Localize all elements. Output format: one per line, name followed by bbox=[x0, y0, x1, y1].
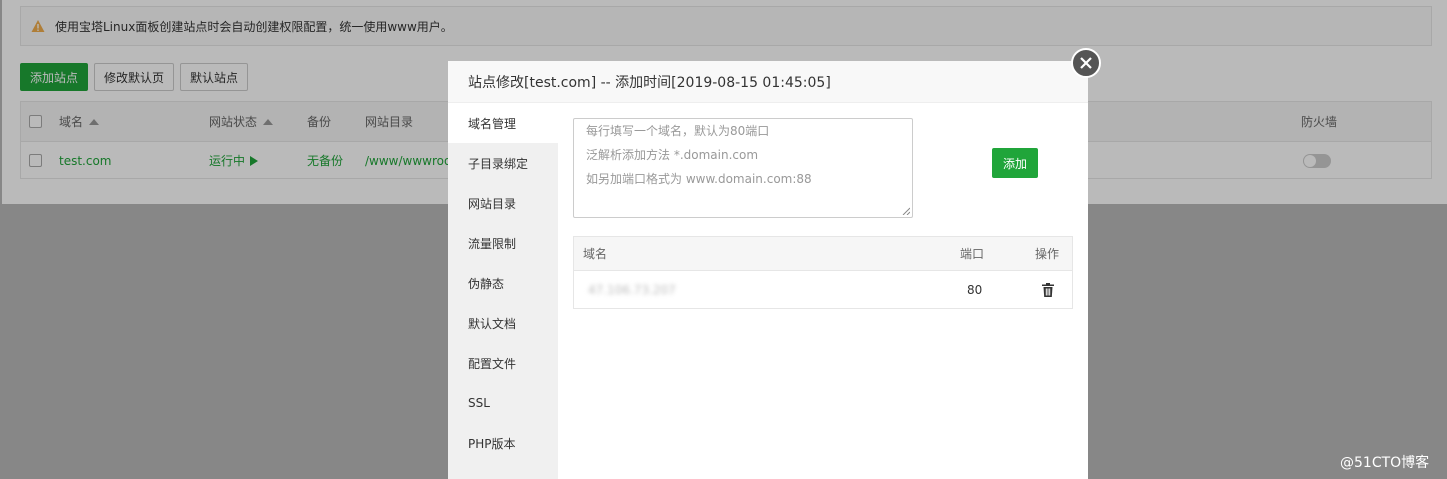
menu-item-traffic-limit[interactable]: 流量限制 bbox=[448, 223, 558, 263]
menu-item-rewrite[interactable]: 伪静态 bbox=[448, 263, 558, 303]
placeholder-line: 泛解析添加方法 *.domain.com bbox=[586, 148, 759, 162]
menu-item-domain-management[interactable]: 域名管理 bbox=[448, 103, 558, 143]
placeholder-line: 如另加端口格式为 www.domain.com:88 bbox=[586, 172, 812, 186]
menu-item-site-directory[interactable]: 网站目录 bbox=[448, 183, 558, 223]
domain-table: 域名 端口 操作 47.106.73.207 80 bbox=[573, 236, 1073, 309]
resize-handle-icon[interactable] bbox=[902, 207, 910, 215]
menu-item-config-file[interactable]: 配置文件 bbox=[448, 343, 558, 383]
menu-item-ssl[interactable]: SSL bbox=[448, 383, 558, 423]
menu-item-default-document[interactable]: 默认文档 bbox=[448, 303, 558, 343]
domain-input[interactable]: 每行填写一个域名，默认为80端口 泛解析添加方法 *.domain.com 如另… bbox=[573, 118, 913, 218]
header-port: 端口 bbox=[960, 247, 985, 261]
menu-item-subdirectory-binding[interactable]: 子目录绑定 bbox=[448, 143, 558, 183]
modal-title: 站点修改[test.com] -- 添加时间[2019-08-15 01:45:… bbox=[448, 61, 1088, 103]
menu-item-php-version[interactable]: PHP版本 bbox=[448, 423, 558, 463]
trash-icon[interactable] bbox=[1042, 282, 1054, 297]
header-domain: 域名 bbox=[583, 247, 608, 261]
site-edit-modal: 站点修改[test.com] -- 添加时间[2019-08-15 01:45:… bbox=[448, 61, 1088, 479]
close-modal-button[interactable] bbox=[1071, 48, 1101, 78]
domain-table-header: 域名 端口 操作 bbox=[574, 237, 1072, 271]
domain-value: 47.106.73.207 bbox=[588, 282, 676, 297]
port-value: 80 bbox=[967, 282, 983, 297]
watermark: @51CTO博客 bbox=[1340, 455, 1430, 471]
placeholder-line: 每行填写一个域名，默认为80端口 bbox=[586, 124, 770, 138]
close-icon bbox=[1080, 57, 1092, 69]
table-row: 47.106.73.207 80 bbox=[574, 271, 1072, 308]
header-action: 操作 bbox=[1035, 247, 1060, 261]
domain-management-panel: 每行填写一个域名，默认为80端口 泛解析添加方法 *.domain.com 如另… bbox=[558, 103, 1088, 479]
add-domain-button[interactable]: 添加 bbox=[992, 148, 1038, 178]
modal-side-menu: 域名管理 子目录绑定 网站目录 流量限制 伪静态 默认文档 配置文件 SSL P… bbox=[448, 103, 558, 479]
